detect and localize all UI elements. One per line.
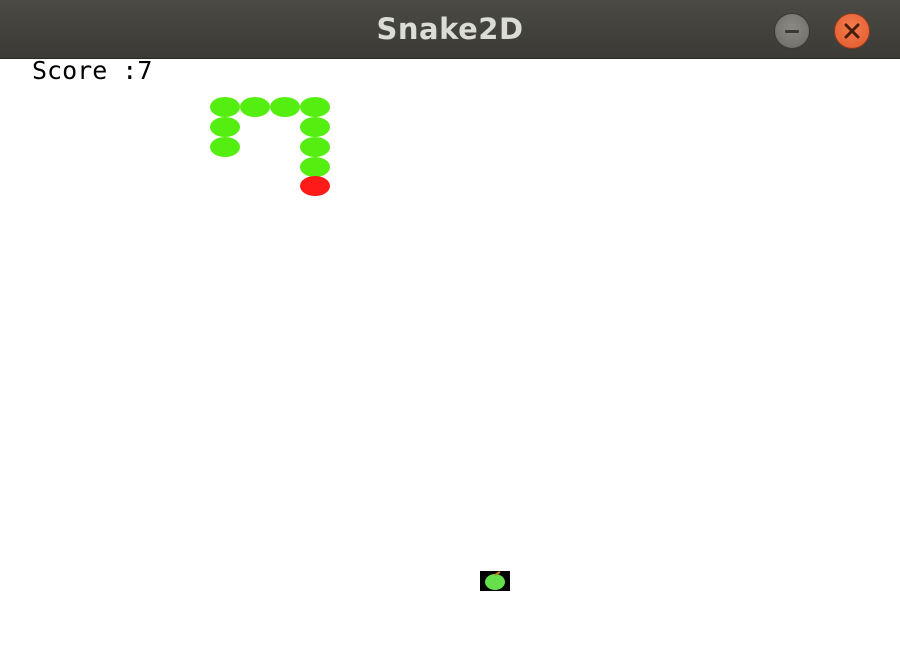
snake-head bbox=[300, 176, 330, 196]
snake-segment bbox=[300, 137, 330, 157]
snake-segment bbox=[300, 97, 330, 117]
close-icon bbox=[844, 23, 860, 39]
minimize-icon bbox=[785, 30, 799, 33]
window-title: Snake2D bbox=[376, 12, 524, 46]
close-button[interactable] bbox=[834, 13, 870, 49]
snake-segment bbox=[210, 137, 240, 157]
game-window: Snake2D Score :7 bbox=[0, 0, 900, 650]
title-bar[interactable]: Snake2D bbox=[0, 0, 900, 59]
food bbox=[480, 571, 510, 591]
snake-segment bbox=[210, 117, 240, 137]
snake-segment bbox=[300, 157, 330, 177]
apple-icon bbox=[480, 571, 510, 591]
snake-segment bbox=[300, 117, 330, 137]
snake-segment bbox=[270, 97, 300, 117]
game-board[interactable] bbox=[0, 59, 900, 650]
minimize-button[interactable] bbox=[774, 13, 810, 49]
snake bbox=[210, 97, 330, 196]
snake-segment bbox=[210, 97, 240, 117]
snake-segment bbox=[240, 97, 270, 117]
